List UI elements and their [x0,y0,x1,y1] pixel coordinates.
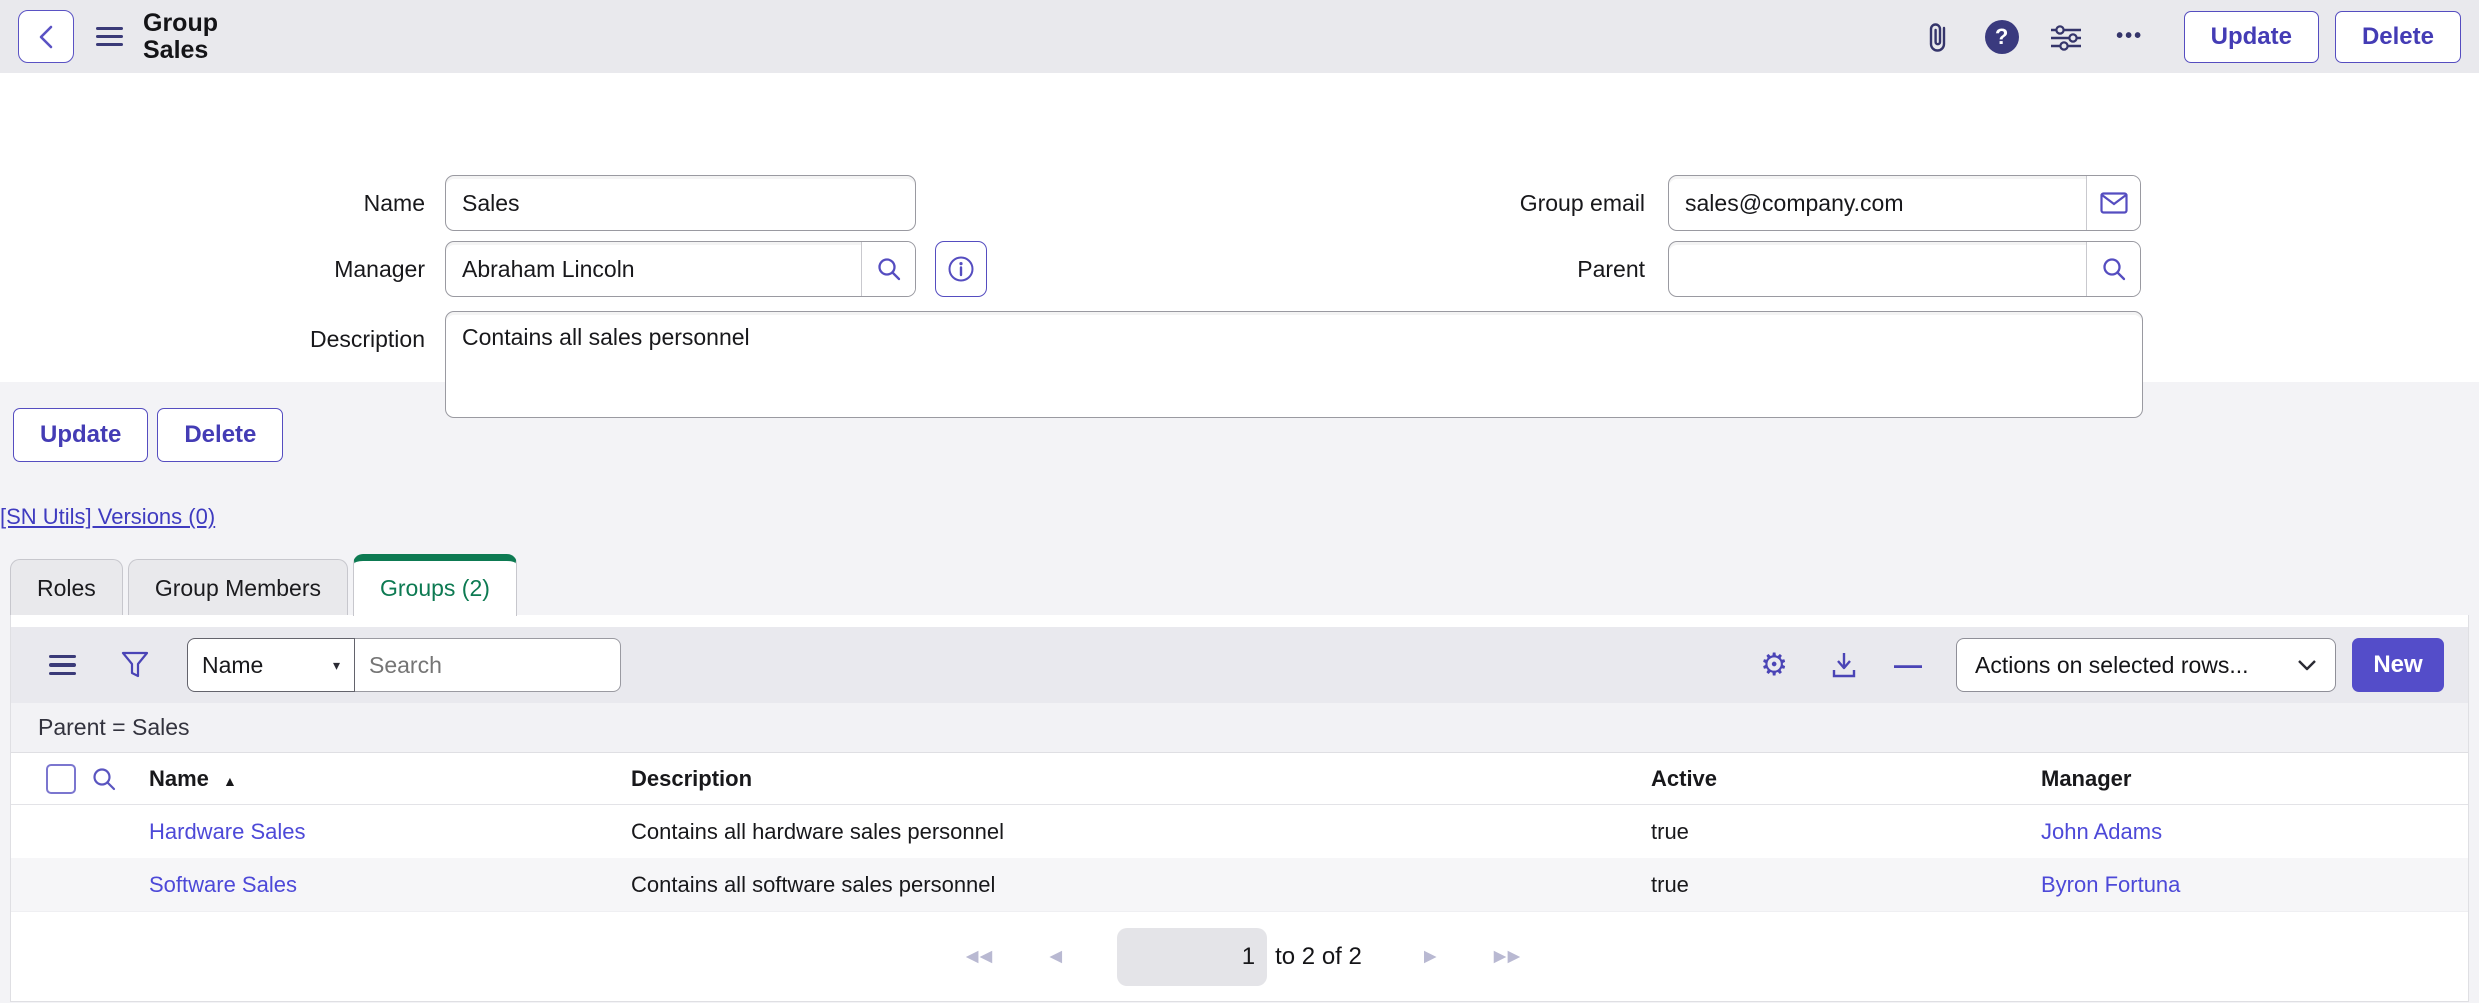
send-email-button[interactable] [2086,176,2140,230]
attachment-button[interactable] [1918,17,1958,57]
minus-icon: — [1894,649,1922,681]
row-active-cell: true [1651,819,2041,845]
row-manager-link[interactable]: John Adams [2041,819,2162,844]
dropdown-arrow-icon: ▾ [333,657,340,674]
description-textarea[interactable]: Contains all sales personnel [445,311,2143,418]
more-options-button[interactable]: ••• [2110,17,2150,57]
list-pagination: ◄◄ ◄ to 2 of 2 ► ►► [11,911,2468,1001]
chevron-down-icon [2297,659,2317,671]
current-page-input[interactable] [1117,928,1267,986]
manager-field-label: Manager [0,241,425,297]
record-type-label: Group [143,10,218,37]
page-title: Group Sales [143,10,218,64]
manager-field-group [445,241,916,297]
new-record-button[interactable]: New [2352,638,2444,692]
row-active-cell: true [1651,872,2041,898]
paperclip-icon [1923,20,1953,54]
back-button[interactable] [18,10,74,63]
column-search-toggle[interactable] [76,766,131,792]
info-icon [947,255,975,283]
header-delete-button[interactable]: Delete [2335,11,2461,63]
tab-roles[interactable]: Roles [10,559,123,615]
search-column-select[interactable]: Name ▾ [187,638,355,692]
column-header-active[interactable]: Active [1651,766,2041,792]
header-update-button[interactable]: Update [2184,11,2319,63]
breadcrumb[interactable]: Parent = Sales [38,714,190,741]
groups-related-list: Name ▾ ⚙ — Actions on selected rows... N… [10,615,2469,1002]
list-export-button[interactable] [1830,650,1858,680]
parent-field-group [1668,241,2141,297]
manager-lookup-button[interactable] [861,242,915,296]
row-name-link[interactable]: Software Sales [149,872,297,897]
gear-icon: ⚙ [1760,647,1788,683]
search-icon [2101,256,2127,282]
personalize-form-button[interactable] [2046,17,2086,57]
group-email-field-group [1668,175,2141,231]
column-header-name[interactable]: Name ▲ [131,766,631,792]
search-icon [876,256,902,282]
tab-groups[interactable]: Groups (2) [353,554,517,616]
column-header-manager[interactable]: Manager [2041,766,2468,792]
name-input[interactable] [446,176,915,230]
list-filter-button[interactable] [121,650,149,680]
context-menu-icon[interactable] [96,27,123,47]
group-email-input[interactable] [1669,176,2086,230]
menu-icon [49,655,76,675]
funnel-icon [121,650,149,680]
form-lower-section: Update Delete [SN Utils] Versions (0) Ro… [0,382,2479,1003]
list-personalize-button[interactable]: ⚙ [1760,647,1788,683]
actions-select-value: Actions on selected rows... [1975,652,2249,679]
group-email-field-label: Group email [1220,175,1645,231]
name-field-label: Name [0,175,425,231]
last-page-button[interactable]: ►► [1484,945,1524,969]
search-column-value: Name [202,652,263,679]
help-button[interactable]: ? [1982,17,2022,57]
pagination-range-label: to 2 of 2 [1275,943,1362,971]
envelope-icon [2100,192,2128,214]
sort-ascending-icon: ▲ [223,773,237,789]
parent-input[interactable] [1669,242,2086,296]
row-description-cell: Contains all hardware sales personnel [631,819,1651,845]
select-all-cell [11,764,76,794]
help-icon: ? [1985,20,2019,54]
sliders-icon [2049,22,2083,52]
manager-preview-button[interactable] [935,241,987,297]
list-breadcrumb-row: Parent = Sales [11,703,2468,753]
chevron-left-icon [36,24,56,50]
next-page-button[interactable]: ► [1414,945,1440,969]
versions-related-link[interactable]: [SN Utils] Versions (0) [0,504,215,530]
list-collapse-button[interactable]: — [1894,649,1922,681]
table-row: Hardware Sales Contains all hardware sal… [11,805,2468,858]
previous-page-button[interactable]: ◄ [1039,945,1065,969]
row-name-link[interactable]: Hardware Sales [149,819,306,844]
download-icon [1830,650,1858,680]
row-manager-link[interactable]: Byron Fortuna [2041,872,2180,897]
parent-lookup-button[interactable] [2086,242,2140,296]
list-header-row: Name ▲ Description Active Manager [11,753,2468,805]
form-update-button[interactable]: Update [13,408,148,462]
actions-on-rows-select[interactable]: Actions on selected rows... [1956,638,2336,692]
form-header-bar: Group Sales ? ••• Update Delete [0,0,2479,73]
row-description-cell: Contains all software sales personnel [631,872,1651,898]
list-toolbar: Name ▾ ⚙ — Actions on selected rows... N… [11,627,2468,703]
ellipsis-icon: ••• [2116,25,2143,48]
name-field-group [445,175,916,231]
tab-group-members[interactable]: Group Members [128,559,348,615]
related-list-tabs: Roles Group Members Groups (2) [10,554,2479,615]
table-row: Software Sales Contains all software sal… [11,858,2468,911]
manager-input[interactable] [446,242,861,296]
form-delete-button[interactable]: Delete [157,408,283,462]
column-header-description[interactable]: Description [631,766,1651,792]
description-field-label: Description [0,291,425,387]
list-search-input[interactable] [355,638,621,692]
group-form: Name Group email Manager Parent [0,73,2479,382]
select-all-checkbox[interactable] [46,764,76,794]
search-icon [91,766,117,792]
parent-field-label: Parent [1220,241,1645,297]
list-context-menu[interactable] [49,655,76,675]
record-name-label: Sales [143,37,218,64]
first-page-button[interactable]: ◄◄ [956,945,996,969]
